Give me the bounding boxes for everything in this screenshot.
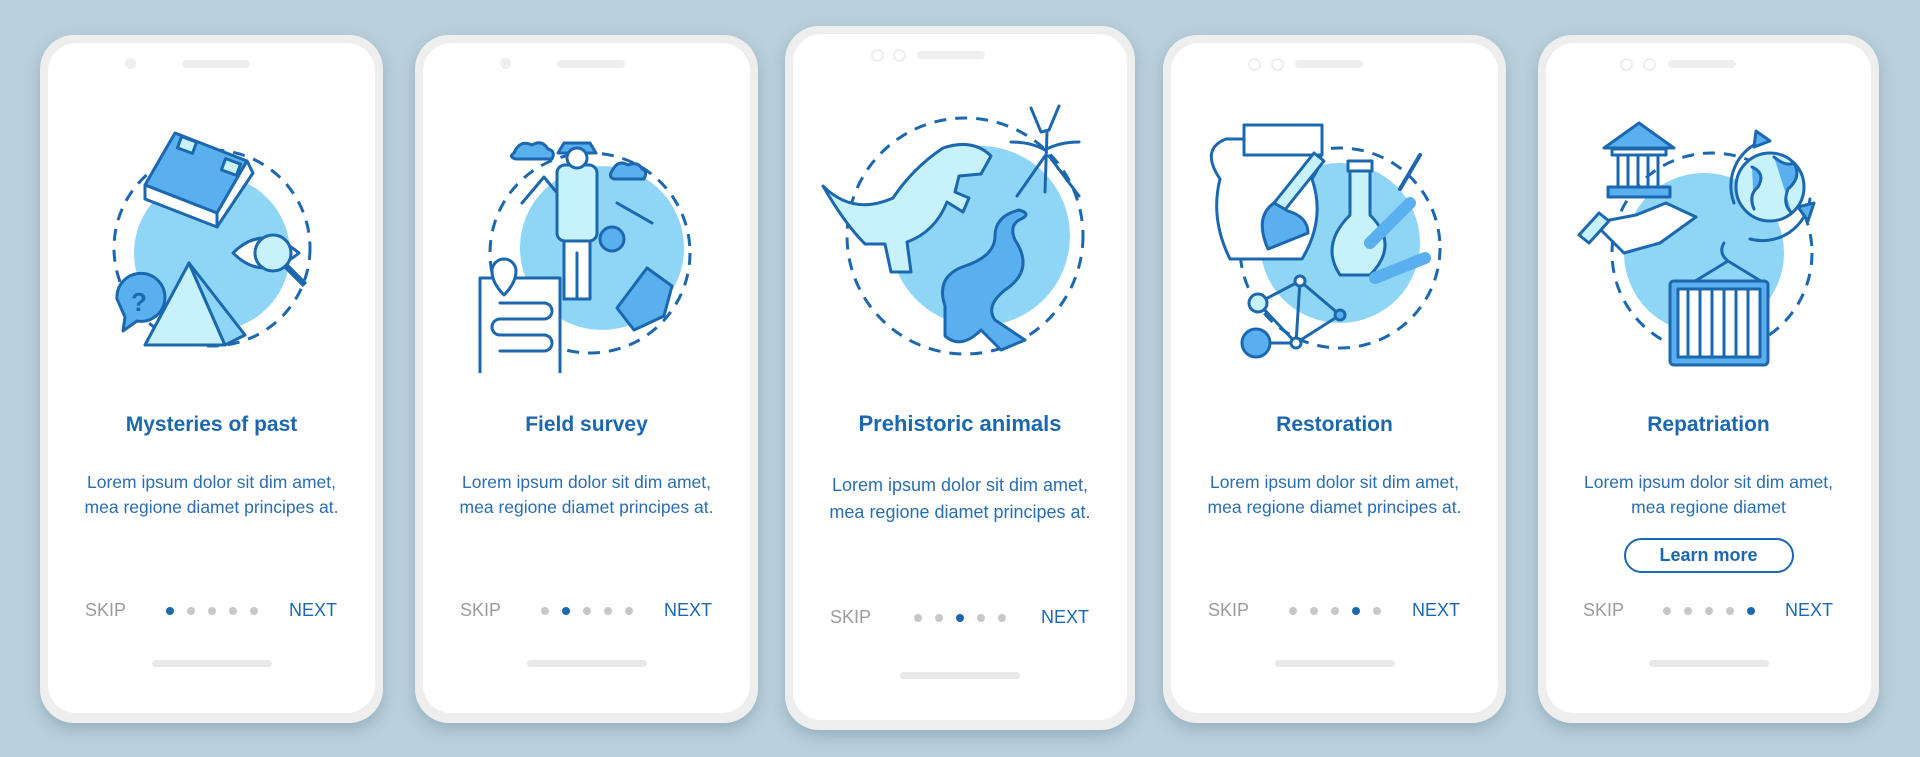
screen-description: Lorem ipsum dolor sit dim amet, mea regi… bbox=[829, 475, 1091, 522]
page-dot-4[interactable] bbox=[228, 607, 237, 615]
learn-more-button[interactable]: Learn more bbox=[1623, 538, 1794, 573]
screen-description: Lorem ipsum dolor sit dim amet, mea regi… bbox=[1207, 472, 1462, 517]
status-area bbox=[793, 49, 1127, 62]
page-dot-5[interactable] bbox=[624, 607, 633, 615]
skip-button[interactable]: SKIP bbox=[830, 607, 871, 628]
phone-screen: Prehistoric animals Lorem ipsum dolor si… bbox=[793, 34, 1127, 720]
screen-description: Lorem ipsum dolor sit dim amet, mea regi… bbox=[459, 472, 714, 517]
speaker-grille bbox=[182, 60, 250, 68]
onboarding-nav: SKIP NEXT bbox=[423, 598, 750, 622]
phone-mysteries-of-past: ? Mysteries of past Lorem ipsum dolor si… bbox=[40, 35, 383, 723]
front-camera bbox=[125, 58, 136, 69]
page-dot-2-active[interactable] bbox=[561, 607, 570, 615]
page-dot-5[interactable] bbox=[998, 614, 1006, 622]
vase-brush-flask-bones-icon bbox=[1209, 123, 1441, 359]
phone-screen: Restoration Lorem ipsum dolor sit dim am… bbox=[1171, 43, 1498, 713]
front-camera bbox=[1248, 58, 1261, 71]
phone-repatriation: Repatriation Lorem ipsum dolor sit dim a… bbox=[1538, 35, 1879, 723]
page-dot-1-active[interactable] bbox=[165, 607, 174, 615]
page-dot-4[interactable] bbox=[977, 614, 985, 622]
page-indicator bbox=[165, 607, 258, 615]
page-dot-2[interactable] bbox=[186, 607, 195, 615]
page-dot-4[interactable] bbox=[603, 607, 612, 615]
phone-prehistoric-animals: Prehistoric animals Lorem ipsum dolor si… bbox=[785, 26, 1135, 730]
page-dot-5[interactable] bbox=[1372, 607, 1381, 615]
page-indicator bbox=[1662, 607, 1755, 615]
page-dot-3[interactable] bbox=[1330, 607, 1339, 615]
page-dot-4[interactable] bbox=[1725, 607, 1734, 615]
phone-screen: Repatriation Lorem ipsum dolor sit dim a… bbox=[1546, 43, 1871, 713]
page-dot-4-active[interactable] bbox=[1351, 607, 1360, 615]
onboarding-nav: SKIP NEXT bbox=[793, 605, 1127, 629]
next-button[interactable]: NEXT bbox=[664, 600, 712, 621]
screen-title: Field survey bbox=[525, 413, 648, 436]
onboarding-nav: SKIP NEXT bbox=[1171, 598, 1498, 622]
front-camera bbox=[500, 58, 511, 69]
sensor bbox=[1271, 58, 1284, 71]
screen-description: Lorem ipsum dolor sit dim amet, mea regi… bbox=[1584, 472, 1833, 517]
page-dot-2[interactable] bbox=[935, 614, 943, 622]
next-button[interactable]: NEXT bbox=[1041, 607, 1089, 628]
speaker-grille bbox=[1295, 60, 1363, 68]
speaker-grille bbox=[1668, 60, 1736, 68]
page-dot-1[interactable] bbox=[914, 614, 922, 622]
status-area bbox=[48, 58, 375, 70]
sensor bbox=[893, 49, 906, 62]
speaker-grille bbox=[917, 51, 985, 59]
page-indicator bbox=[914, 614, 1006, 622]
home-indicator[interactable] bbox=[1648, 660, 1769, 667]
next-button[interactable]: NEXT bbox=[1412, 600, 1460, 621]
front-camera bbox=[1620, 58, 1633, 71]
screen-title: Mysteries of past bbox=[125, 413, 298, 436]
home-indicator[interactable] bbox=[526, 660, 647, 667]
front-camera bbox=[871, 49, 884, 62]
phone-field-survey: Field survey Lorem ipsum dolor sit dim a… bbox=[415, 35, 758, 723]
page-dot-3-active[interactable] bbox=[956, 614, 964, 622]
book-eye-pyramid-question-icon: ? bbox=[112, 131, 311, 348]
page-dot-5[interactable] bbox=[249, 607, 258, 615]
screen-title: Restoration bbox=[1276, 413, 1393, 436]
skip-button[interactable]: SKIP bbox=[1208, 600, 1249, 621]
page-dot-3[interactable] bbox=[582, 607, 591, 615]
next-button[interactable]: NEXT bbox=[289, 600, 337, 621]
svg-text:?: ? bbox=[131, 287, 147, 317]
screen-title: Prehistoric animals bbox=[858, 411, 1062, 436]
home-indicator[interactable] bbox=[151, 660, 272, 667]
phone-restoration: Restoration Lorem ipsum dolor sit dim am… bbox=[1163, 35, 1506, 723]
onboarding-nav: SKIP NEXT bbox=[48, 598, 375, 622]
skip-button[interactable]: SKIP bbox=[1583, 600, 1624, 621]
screen-description: Lorem ipsum dolor sit dim amet, mea regi… bbox=[84, 472, 339, 517]
page-indicator bbox=[1288, 607, 1381, 615]
next-button[interactable]: NEXT bbox=[1785, 600, 1833, 621]
status-area bbox=[423, 58, 750, 70]
dinosaur-mosquito-dragon-icon bbox=[821, 104, 1085, 356]
sensor bbox=[1643, 58, 1656, 71]
status-area bbox=[1546, 58, 1871, 71]
home-indicator[interactable] bbox=[900, 672, 1020, 679]
page-dot-2[interactable] bbox=[1309, 607, 1318, 615]
phone-screen: Field survey Lorem ipsum dolor sit dim a… bbox=[423, 43, 750, 713]
page-dot-5-active[interactable] bbox=[1746, 607, 1755, 615]
page-dot-2[interactable] bbox=[1683, 607, 1692, 615]
page-dot-1[interactable] bbox=[540, 607, 549, 615]
screen-title: Repatriation bbox=[1647, 413, 1770, 436]
explorer-map-fossil-icon bbox=[478, 141, 691, 373]
speaker-grille bbox=[557, 60, 625, 68]
page-dot-3[interactable] bbox=[207, 607, 216, 615]
page-dot-3[interactable] bbox=[1704, 607, 1713, 615]
status-area bbox=[1171, 58, 1498, 71]
page-indicator bbox=[540, 607, 633, 615]
skip-button[interactable]: SKIP bbox=[460, 600, 501, 621]
page-dot-1[interactable] bbox=[1662, 607, 1671, 615]
museum-handshake-globe-container-icon bbox=[1577, 121, 1815, 367]
onboarding-nav: SKIP NEXT bbox=[1546, 598, 1871, 622]
page-dot-1[interactable] bbox=[1288, 607, 1297, 615]
home-indicator[interactable] bbox=[1274, 660, 1395, 667]
skip-button[interactable]: SKIP bbox=[85, 600, 126, 621]
phone-screen: ? Mysteries of past Lorem ipsum dolor si… bbox=[48, 43, 375, 713]
